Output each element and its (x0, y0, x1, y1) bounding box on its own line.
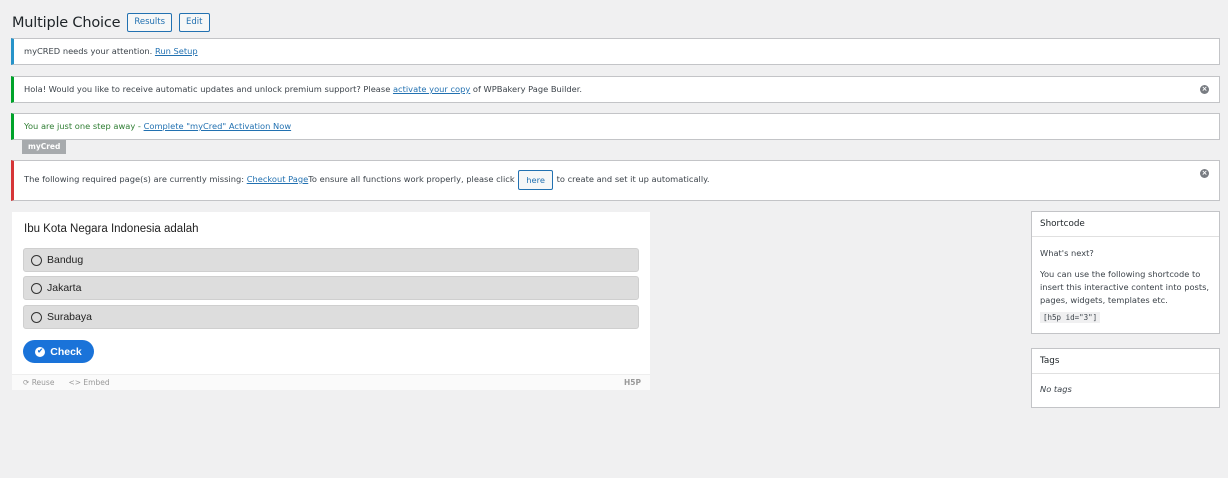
activate-copy-link[interactable]: activate your copy (393, 84, 470, 94)
embed-label: Embed (83, 378, 110, 387)
h5p-footer: ⟳ Reuse <> Embed H5P (12, 374, 650, 390)
mycred-tag: myCred (22, 140, 67, 154)
answer-option[interactable]: Bandug (23, 248, 639, 272)
question-text: Ibu Kota Negara Indonesia adalah (24, 223, 199, 235)
wpbakery-notice: Hola! Would you like to receive automati… (11, 76, 1220, 103)
check-circle-icon: ✔ (35, 346, 46, 357)
missing-page-text: The following required page(s) are curre… (24, 174, 245, 184)
results-button[interactable]: Results (127, 13, 173, 32)
check-button[interactable]: ✔ Check (23, 340, 94, 363)
page-title: Multiple Choice (12, 14, 121, 31)
h5p-logo[interactable]: H5P (624, 378, 641, 387)
check-label: Check (50, 345, 82, 358)
whats-next-text: What's next? (1040, 248, 1094, 258)
radio-icon[interactable] (31, 255, 42, 266)
reuse-label: Reuse (31, 378, 55, 387)
mycred-activation-text: You are just one step away - (24, 121, 141, 131)
shortcode-title: Shortcode (1032, 212, 1219, 237)
answer-label: Bandug (47, 254, 84, 266)
wpbakery-text-before: Hola! Would you like to receive automati… (24, 84, 391, 94)
h5p-content: Ibu Kota Negara Indonesia adalah Bandug … (12, 212, 650, 390)
shortcode-description: You can use the following shortcode to i… (1040, 269, 1210, 305)
answer-label: Jakarta (47, 282, 82, 294)
embed-icon: <> (68, 378, 82, 387)
complete-activation-link[interactable]: Complete "myCred" Activation Now (144, 121, 292, 131)
missing-page-text-after: to create and set it up automatically. (556, 174, 710, 184)
shortcode-code[interactable]: [h5p id="3"] (1040, 312, 1101, 323)
answer-label: Surabaya (47, 311, 92, 323)
embed-link[interactable]: <> Embed (68, 378, 109, 387)
reuse-link[interactable]: ⟳ Reuse (23, 378, 54, 387)
mycred-setup-text: myCRED needs your attention. (24, 46, 153, 56)
wpbakery-text-after: of WPBakery Page Builder. (472, 84, 583, 94)
title-row: Multiple Choice Results Edit (12, 13, 210, 32)
mycred-activation-notice: You are just one step away - Complete "m… (11, 113, 1220, 140)
tags-box: Tags No tags (1031, 348, 1220, 408)
dismiss-icon[interactable]: × (1200, 169, 1209, 178)
missing-page-text-mid: To ensure all functions work properly, p… (308, 174, 515, 184)
no-tags-text: No tags (1040, 384, 1072, 394)
checkout-page-link[interactable]: Checkout Page (247, 174, 309, 184)
tags-title: Tags (1032, 349, 1219, 374)
mycred-setup-notice: myCRED needs your attention. Run Setup (11, 38, 1220, 65)
here-button[interactable]: here (518, 169, 553, 190)
answer-option[interactable]: Surabaya (23, 305, 639, 329)
run-setup-link[interactable]: Run Setup (155, 46, 198, 56)
answer-option[interactable]: Jakarta (23, 276, 639, 300)
radio-icon[interactable] (31, 283, 42, 294)
dismiss-icon[interactable]: × (1200, 85, 1209, 94)
missing-page-notice: The following required page(s) are curre… (11, 160, 1220, 201)
edit-button[interactable]: Edit (179, 13, 210, 32)
shortcode-box: Shortcode What's next? You can use the f… (1031, 211, 1220, 334)
reuse-icon: ⟳ (23, 378, 30, 387)
radio-icon[interactable] (31, 312, 42, 323)
